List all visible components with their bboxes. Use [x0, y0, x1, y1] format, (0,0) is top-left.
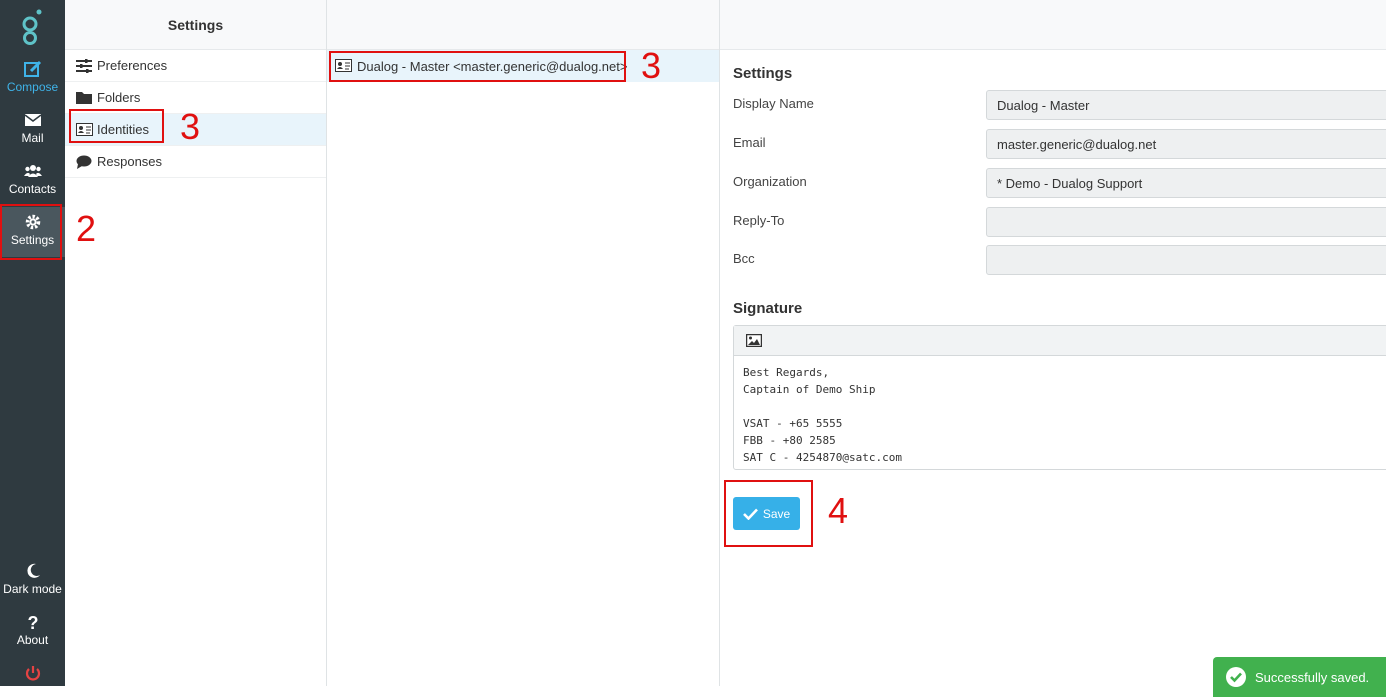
settings-item-label: Folders — [97, 90, 141, 105]
display-name-row: Display Name Dualog - Master — [733, 90, 1386, 120]
annotation-number: 2 — [76, 208, 97, 249]
identities-list: Dualog - Master <master.generic@dualog.n… — [327, 0, 720, 686]
display-name-field[interactable]: Dualog - Master — [986, 90, 1386, 120]
annotation-box-save — [724, 480, 813, 547]
main-nav: Compose Mail Contacts Settings Dark mode… — [0, 0, 65, 686]
reply-to-row: Reply-To — [733, 207, 1386, 237]
reply-to-field[interactable] — [986, 207, 1386, 237]
nav-mail-label: Mail — [21, 131, 44, 145]
organization-row: Organization * Demo - Dualog Support — [733, 168, 1386, 198]
sliders-icon — [76, 58, 92, 73]
bcc-field[interactable] — [986, 245, 1386, 275]
success-toast: Successfully saved. — [1213, 657, 1386, 697]
image-icon[interactable] — [746, 334, 762, 347]
settings-section-title: Settings — [733, 65, 793, 82]
question-icon: ? — [27, 613, 38, 631]
svg-text:?: ? — [27, 613, 38, 631]
annotation-number: 3 — [180, 106, 201, 147]
nav-contacts[interactable]: Contacts — [0, 156, 65, 206]
chat-icon — [76, 155, 92, 169]
display-name-label: Display Name — [733, 96, 814, 111]
folder-icon — [76, 92, 92, 104]
email-label: Email — [733, 135, 766, 150]
settings-item-responses[interactable]: Responses — [65, 146, 326, 178]
moon-icon — [26, 563, 40, 578]
organization-label: Organization — [733, 174, 807, 189]
email-row: Email master.generic@dualog.net — [733, 129, 1386, 159]
power-icon — [25, 666, 40, 681]
toast-message: Successfully saved. — [1255, 669, 1370, 685]
annotation-number: 4 — [828, 490, 849, 531]
nav-dark-mode-label: Dark mode — [3, 582, 62, 596]
settings-item-preferences[interactable]: Preferences — [65, 50, 326, 82]
editor-header — [720, 0, 1386, 50]
nav-compose-label: Compose — [6, 80, 59, 94]
reply-to-label: Reply-To — [733, 213, 785, 228]
signature-text[interactable]: Best Regards, Captain of Demo Ship VSAT … — [734, 356, 1386, 474]
identities-list-header — [327, 0, 719, 50]
nav-logout[interactable] — [0, 658, 65, 686]
settings-item-label: Responses — [97, 154, 163, 169]
identity-editor: Settings Display Name Dualog - Master Em… — [720, 0, 1386, 686]
check-circle-icon — [1226, 667, 1246, 687]
nav-contacts-label: Contacts — [8, 182, 57, 196]
nav-mail[interactable]: Mail — [0, 105, 65, 155]
annotation-box-settings — [0, 204, 62, 260]
compose-icon — [23, 60, 41, 77]
annotation-number: 3 — [641, 45, 662, 86]
annotation-box-identity — [329, 51, 626, 82]
settings-panel-title: Settings — [65, 0, 326, 50]
signature-section-title: Signature — [733, 300, 803, 317]
settings-panel: Settings Preferences Folders Identities … — [65, 0, 327, 686]
email-field[interactable]: master.generic@dualog.net — [986, 129, 1386, 159]
settings-item-label: Preferences — [97, 58, 168, 73]
mail-icon — [24, 114, 41, 126]
contacts-icon — [23, 165, 42, 177]
signature-editor: Best Regards, Captain of Demo Ship VSAT … — [733, 325, 1386, 470]
bcc-row: Bcc — [733, 245, 1386, 275]
nav-about-label: About — [16, 633, 49, 647]
nav-compose[interactable]: Compose — [0, 54, 65, 104]
nav-dark-mode[interactable]: Dark mode — [0, 556, 65, 606]
nav-about[interactable]: ? About — [0, 607, 65, 657]
app-logo — [22, 9, 42, 45]
annotation-box-identities — [69, 109, 164, 143]
organization-field[interactable]: * Demo - Dualog Support — [986, 168, 1386, 198]
bcc-label: Bcc — [733, 251, 755, 266]
signature-toolbar — [734, 326, 1386, 356]
